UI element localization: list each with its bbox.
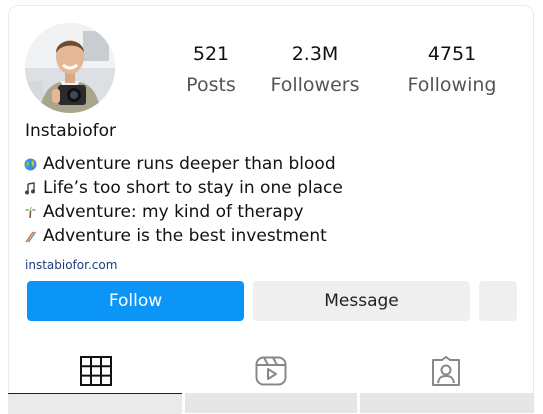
posts-label: Posts xyxy=(186,74,236,96)
following-stat[interactable]: 4751 Following xyxy=(392,43,512,96)
bio-text: Life’s too short to stay in one place xyxy=(43,178,343,198)
bio: Adventure runs deeper than blood Life’s … xyxy=(23,152,523,248)
message-button[interactable]: Message xyxy=(253,281,470,321)
globe-icon xyxy=(23,157,37,171)
profile-tabs xyxy=(8,348,534,393)
posts-stat[interactable]: 521 Posts xyxy=(151,43,271,96)
profile-photo xyxy=(25,23,115,113)
reels-icon xyxy=(255,356,286,385)
bio-text: Adventure runs deeper than blood xyxy=(43,154,336,174)
bio-line: Adventure is the best investment xyxy=(23,224,523,248)
website-link[interactable]: instabiofor.com xyxy=(25,258,117,272)
bio-line: Adventure runs deeper than blood xyxy=(23,152,523,176)
music-note-icon xyxy=(23,181,37,195)
bio-line: Adventure: my kind of therapy xyxy=(23,200,523,224)
posts-grid-tab-indicator xyxy=(8,393,182,414)
posts-count: 521 xyxy=(192,43,230,65)
following-label: Following xyxy=(407,74,497,96)
username: Instabiofor xyxy=(25,121,117,141)
followers-stat[interactable]: 2.3M Followers xyxy=(255,43,375,96)
tab-posts-grid[interactable] xyxy=(8,348,183,393)
following-count: 4751 xyxy=(427,43,477,65)
palm-tree-icon xyxy=(23,205,37,219)
follow-button[interactable]: Follow xyxy=(27,281,244,321)
tab-reels[interactable] xyxy=(183,348,358,393)
followers-count: 2.3M xyxy=(291,43,339,65)
rainbow-icon xyxy=(23,229,37,243)
followers-label: Followers xyxy=(270,74,360,96)
avatar[interactable] xyxy=(25,23,115,113)
suggested-accounts-button[interactable] xyxy=(479,281,517,321)
grid-icon xyxy=(79,355,112,386)
bio-line: Life’s too short to stay in one place xyxy=(23,176,523,200)
tab-tagged[interactable] xyxy=(358,348,534,393)
bio-text: Adventure is the best investment xyxy=(43,226,327,246)
tagged-user-icon xyxy=(432,355,460,386)
bio-text: Adventure: my kind of therapy xyxy=(43,202,304,222)
tagged-tab-indicator xyxy=(360,393,534,413)
reels-tab-indicator xyxy=(185,393,357,413)
